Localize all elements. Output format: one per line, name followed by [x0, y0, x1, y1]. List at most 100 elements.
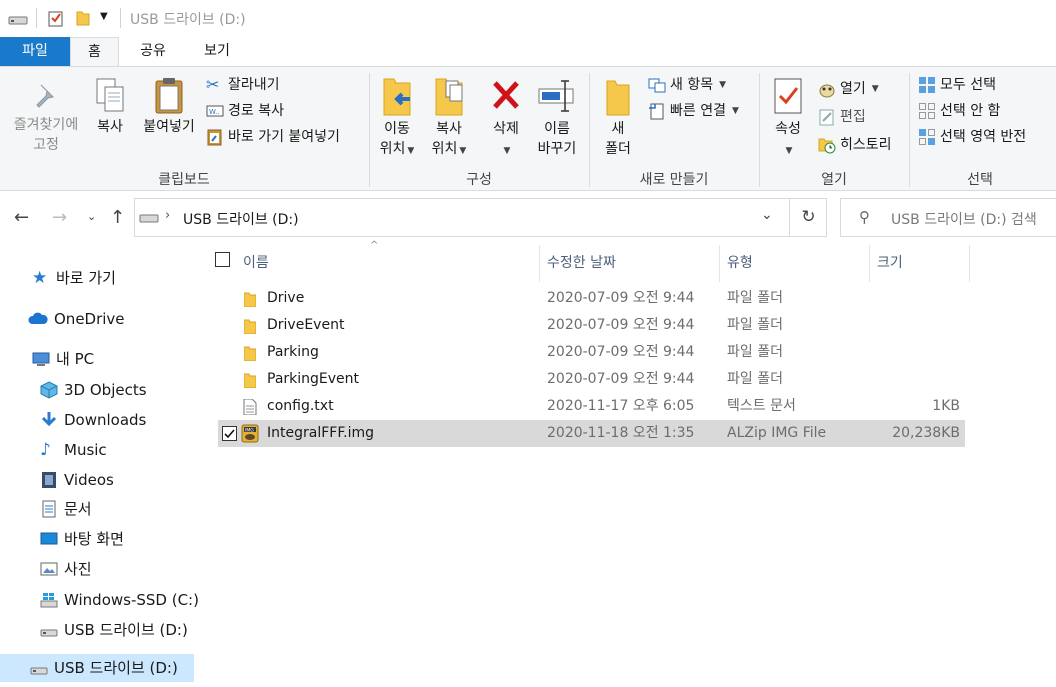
select-all-button[interactable]: 모두 선택 [918, 74, 996, 96]
select-none-icon [919, 103, 935, 119]
file-date: 2020-07-09 오전 9:44 [547, 344, 695, 360]
usb-drive-icon [8, 16, 28, 25]
list-item[interactable]: DriveEvent 2020-07-09 오전 9:44 파일 폴더 [218, 312, 965, 339]
copy-label: 복사 [97, 119, 123, 135]
column-header-size[interactable]: 크기 [877, 245, 903, 282]
file-type: 파일 폴더 [727, 371, 783, 387]
search-box[interactable]: ⚲ USB 드라이브 (D:) 검색 [840, 198, 1056, 237]
address-dropdown-icon[interactable]: ⌄ [761, 207, 773, 223]
nav-label: USB 드라이브 (D:) [54, 659, 178, 677]
copy-button[interactable]: 복사 [90, 77, 130, 137]
select-none-button[interactable]: 선택 안 함 [918, 100, 1000, 122]
properties-dropdown-icon[interactable]: ▼ [766, 139, 810, 161]
delete-label: 삭제 [493, 121, 519, 137]
properties-button[interactable]: 속성 ▼ [766, 77, 810, 161]
row-checkbox[interactable] [222, 426, 237, 441]
delete-button[interactable]: 삭제 ▼ [486, 77, 526, 161]
properties-label: 속성 [775, 121, 801, 137]
file-date: 2020-07-09 오전 9:44 [547, 290, 695, 306]
back-arrow-icon[interactable]: ← [14, 207, 29, 228]
img-file-icon: IMG [241, 424, 259, 443]
breadcrumb-separator-icon[interactable]: › [165, 208, 170, 223]
tab-file[interactable]: 파일 [0, 37, 70, 66]
file-date: 2020-11-18 오전 1:35 [547, 425, 695, 441]
list-item-selected[interactable]: IMG IntegralFFF.img 2020-11-18 오전 1:35 A… [218, 420, 965, 447]
forward-arrow-icon[interactable]: → [52, 207, 67, 228]
nav-item-quick-access[interactable]: ★ 바로 가기 [32, 264, 116, 292]
move-to-button[interactable]: 이동 위치 ▼ [374, 77, 420, 161]
new-folder-button[interactable]: 새 폴더 [596, 77, 640, 159]
refresh-icon[interactable]: ↻ [789, 199, 827, 236]
rename-button[interactable]: 이름 바꾸기 [532, 77, 582, 159]
delete-icon [493, 81, 519, 109]
file-name: config.txt [267, 398, 334, 414]
history-button[interactable]: 히스토리 [818, 134, 892, 156]
ribbon-tabs: 파일 홈 공유 보기 [0, 37, 1056, 66]
column-header-name[interactable]: 이름 [243, 245, 269, 282]
tab-home[interactable]: 홈 [70, 37, 119, 66]
nav-item-documents[interactable]: 문서 [40, 495, 92, 523]
file-size: 20,238KB [892, 425, 960, 441]
paste-button[interactable]: 붙여넣기 [136, 77, 202, 137]
nav-item-windows-ssd[interactable]: Windows-SSD (C:) [40, 586, 199, 614]
nav-item-music[interactable]: ♪ Music [40, 436, 107, 464]
new-folder-label-line2: 폴더 [605, 141, 631, 157]
new-item-button[interactable]: 새 항목 ▼ [648, 74, 726, 96]
address-bar[interactable]: › USB 드라이브 (D:) ⌄ ↻ [134, 198, 827, 237]
list-item[interactable]: Parking 2020-07-09 오전 9:44 파일 폴더 [218, 339, 965, 366]
breadcrumb-path[interactable]: USB 드라이브 (D:) [183, 209, 299, 229]
select-all-icon [919, 77, 935, 93]
new-item-label: 새 항목 [670, 77, 714, 93]
edit-button[interactable]: 편집 [818, 106, 866, 128]
cut-button[interactable]: ✂ 잘라내기 [206, 74, 280, 96]
usb-drive-icon [139, 214, 159, 223]
nav-item-usb-drive[interactable]: USB 드라이브 (D:) [40, 616, 188, 644]
recent-locations-chevron-icon[interactable]: ⌄ [87, 210, 96, 223]
properties-quick-icon[interactable] [48, 10, 64, 27]
nav-item-desktop[interactable]: 바탕 화면 [40, 525, 124, 553]
tab-view[interactable]: 보기 [186, 37, 248, 66]
quick-access-dropdown-icon[interactable]: ▼ [100, 11, 108, 22]
nav-item-this-pc[interactable]: 내 PC [32, 345, 94, 373]
nav-label: Videos [64, 471, 114, 489]
delete-dropdown-icon[interactable]: ▼ [486, 139, 526, 161]
select-all-label: 모두 선택 [940, 77, 996, 93]
folder-icon [244, 292, 256, 307]
nav-item-pictures[interactable]: 사진 [40, 555, 92, 583]
nav-label: 바로 가기 [56, 269, 116, 287]
list-item[interactable]: ParkingEvent 2020-07-09 오전 9:44 파일 폴더 [218, 366, 965, 393]
nav-item-onedrive[interactable]: OneDrive [28, 305, 125, 333]
easy-access-label: 빠른 연결 [670, 103, 726, 119]
list-item[interactable]: Drive 2020-07-09 오전 9:44 파일 폴더 [218, 285, 965, 312]
new-folder-label-line1: 새 [611, 121, 625, 137]
pin-to-quick-access-button[interactable]: 즐겨찾기에 고정 [6, 81, 86, 155]
copy-path-button[interactable]: W.. 경로 복사 [206, 100, 284, 122]
cube-icon [40, 381, 58, 399]
select-group-label: 선택 [967, 172, 993, 188]
move-to-label-line2: 위치 ▼ [379, 141, 415, 157]
column-header-type[interactable]: 유형 [727, 245, 753, 282]
navigation-pane: ★ 바로 가기 OneDrive 내 PC 3D Objects Downloa… [0, 240, 199, 687]
invert-selection-icon [919, 129, 935, 145]
new-folder-quick-icon[interactable] [76, 10, 90, 26]
paste-shortcut-button[interactable]: 바로 가기 붙여넣기 [206, 126, 340, 148]
select-all-checkbox[interactable] [215, 252, 230, 267]
up-arrow-icon[interactable]: ↑ [110, 207, 125, 228]
nav-item-3d-objects[interactable]: 3D Objects [40, 376, 147, 404]
column-header-date[interactable]: 수정한 날짜 [547, 245, 616, 282]
checkmark-icon [224, 429, 235, 439]
nav-item-videos[interactable]: Videos [40, 466, 114, 494]
invert-selection-button[interactable]: 선택 영역 반전 [918, 126, 1026, 148]
move-to-label-line1: 이동 [384, 121, 410, 137]
list-item[interactable]: config.txt 2020-11-17 오후 6:05 텍스트 문서 1KB [218, 393, 965, 420]
nav-item-downloads[interactable]: Downloads [40, 406, 146, 434]
tab-share[interactable]: 공유 [124, 37, 182, 66]
nav-item-usb-drive-root[interactable]: USB 드라이브 (D:) [0, 654, 194, 682]
copy-to-button[interactable]: 복사 위치 ▼ [424, 77, 474, 161]
folder-icon [244, 346, 256, 361]
easy-access-button[interactable]: 빠른 연결 ▼ [648, 100, 739, 122]
ribbon: 즐겨찾기에 고정 복사 붙여넣기 ✂ 잘라내기 W.. 경로 복사 바로 가기 … [0, 66, 1056, 191]
windows-drive-icon [40, 593, 58, 608]
usb-drive-icon [40, 629, 58, 637]
open-button[interactable]: 열기 ▼ [818, 78, 879, 100]
